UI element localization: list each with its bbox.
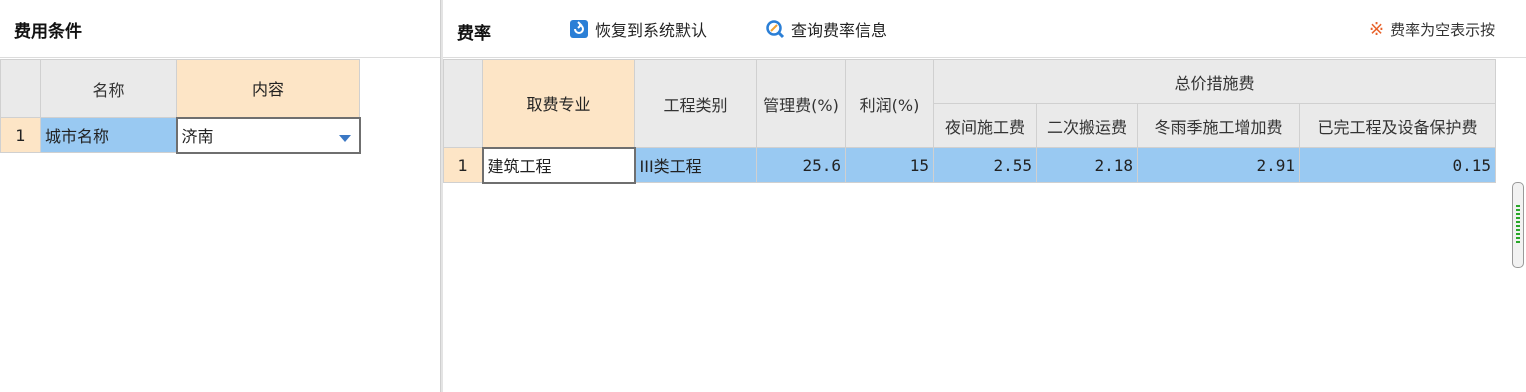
fee-rate-title: 费率 xyxy=(457,24,491,44)
corner-cell xyxy=(0,59,41,118)
column-header-content[interactable]: 内容 xyxy=(176,59,360,118)
column-header-management-fee[interactable]: 管理费(%) xyxy=(756,59,846,148)
management-fee-cell[interactable]: 25.6 xyxy=(756,147,846,183)
restore-default-label: 恢复到系统默认 xyxy=(595,21,708,40)
note-symbol-icon: ※ xyxy=(1369,19,1385,40)
fee-rate-panel: 费率 恢复到系统默认 查询费率信息 ※ 费率为空表示按 取费专业 工程类别 管理… xyxy=(443,0,1526,392)
chevron-down-icon[interactable] xyxy=(338,134,351,142)
protection-cell[interactable]: 0.15 xyxy=(1298,147,1497,183)
corner-cell xyxy=(443,59,483,148)
city-select[interactable]: 济南 xyxy=(175,116,361,154)
fee-rate-header: 费率 恢复到系统默认 查询费率信息 ※ 费率为空表示按 xyxy=(443,0,1526,58)
row-number[interactable]: 1 xyxy=(0,117,41,153)
vertical-scrollbar-thumb[interactable] xyxy=(1512,182,1524,268)
column-group-total-measures[interactable]: 总价措施费 xyxy=(932,59,1497,104)
table-row[interactable]: 1 建筑工程 III类工程 25.6 15 2.55 2.18 2.91 0.1… xyxy=(443,146,1497,184)
column-header-night-work[interactable]: 夜间施工费 xyxy=(933,103,1037,148)
profit-cell[interactable]: 15 xyxy=(845,147,934,183)
restore-default-button[interactable]: 恢复到系统默认 xyxy=(569,17,707,41)
fee-rate-table: 取费专业 工程类别 管理费(%) 利润(%) 总价措施费 夜间施工费 二次搬运费… xyxy=(443,59,1497,184)
column-header-winter-rain[interactable]: 冬雨季施工增加费 xyxy=(1137,103,1300,148)
column-header-category[interactable]: 工程类别 xyxy=(634,59,757,148)
major-cell[interactable]: 建筑工程 xyxy=(481,146,636,184)
search-icon xyxy=(766,20,785,39)
rate-empty-note: ※ 费率为空表示按 xyxy=(1369,19,1495,40)
fee-conditions-title: 费用条件 xyxy=(14,22,82,42)
secondary-handling-cell[interactable]: 2.18 xyxy=(1036,147,1138,183)
query-rate-info-label: 查询费率信息 xyxy=(791,21,888,40)
table-row[interactable]: 1 城市名称 济南 xyxy=(0,116,361,154)
query-rate-info-button[interactable]: 查询费率信息 xyxy=(765,17,887,41)
restore-icon xyxy=(570,20,588,38)
fee-conditions-table: 名称 内容 1 城市名称 济南 xyxy=(0,59,361,154)
column-header-major[interactable]: 取费专业 xyxy=(482,59,635,148)
column-header-profit[interactable]: 利润(%) xyxy=(845,59,934,148)
category-cell[interactable]: III类工程 xyxy=(634,147,757,183)
column-header-protection[interactable]: 已完工程及设备保护费 xyxy=(1298,103,1497,148)
column-header-secondary-handling[interactable]: 二次搬运费 xyxy=(1036,103,1138,148)
fee-conditions-panel: 费用条件 名称 内容 1 城市名称 济南 xyxy=(0,0,440,392)
rate-empty-note-text: 费率为空表示按 xyxy=(1390,21,1496,39)
night-work-cell[interactable]: 2.55 xyxy=(933,147,1037,183)
fee-conditions-header: 费用条件 xyxy=(0,0,440,58)
city-name-label-cell[interactable]: 城市名称 xyxy=(40,117,177,153)
row-number[interactable]: 1 xyxy=(443,147,483,183)
winter-rain-cell[interactable]: 2.91 xyxy=(1137,147,1300,183)
city-select-value: 济南 xyxy=(181,127,214,146)
column-header-name[interactable]: 名称 xyxy=(40,59,177,118)
